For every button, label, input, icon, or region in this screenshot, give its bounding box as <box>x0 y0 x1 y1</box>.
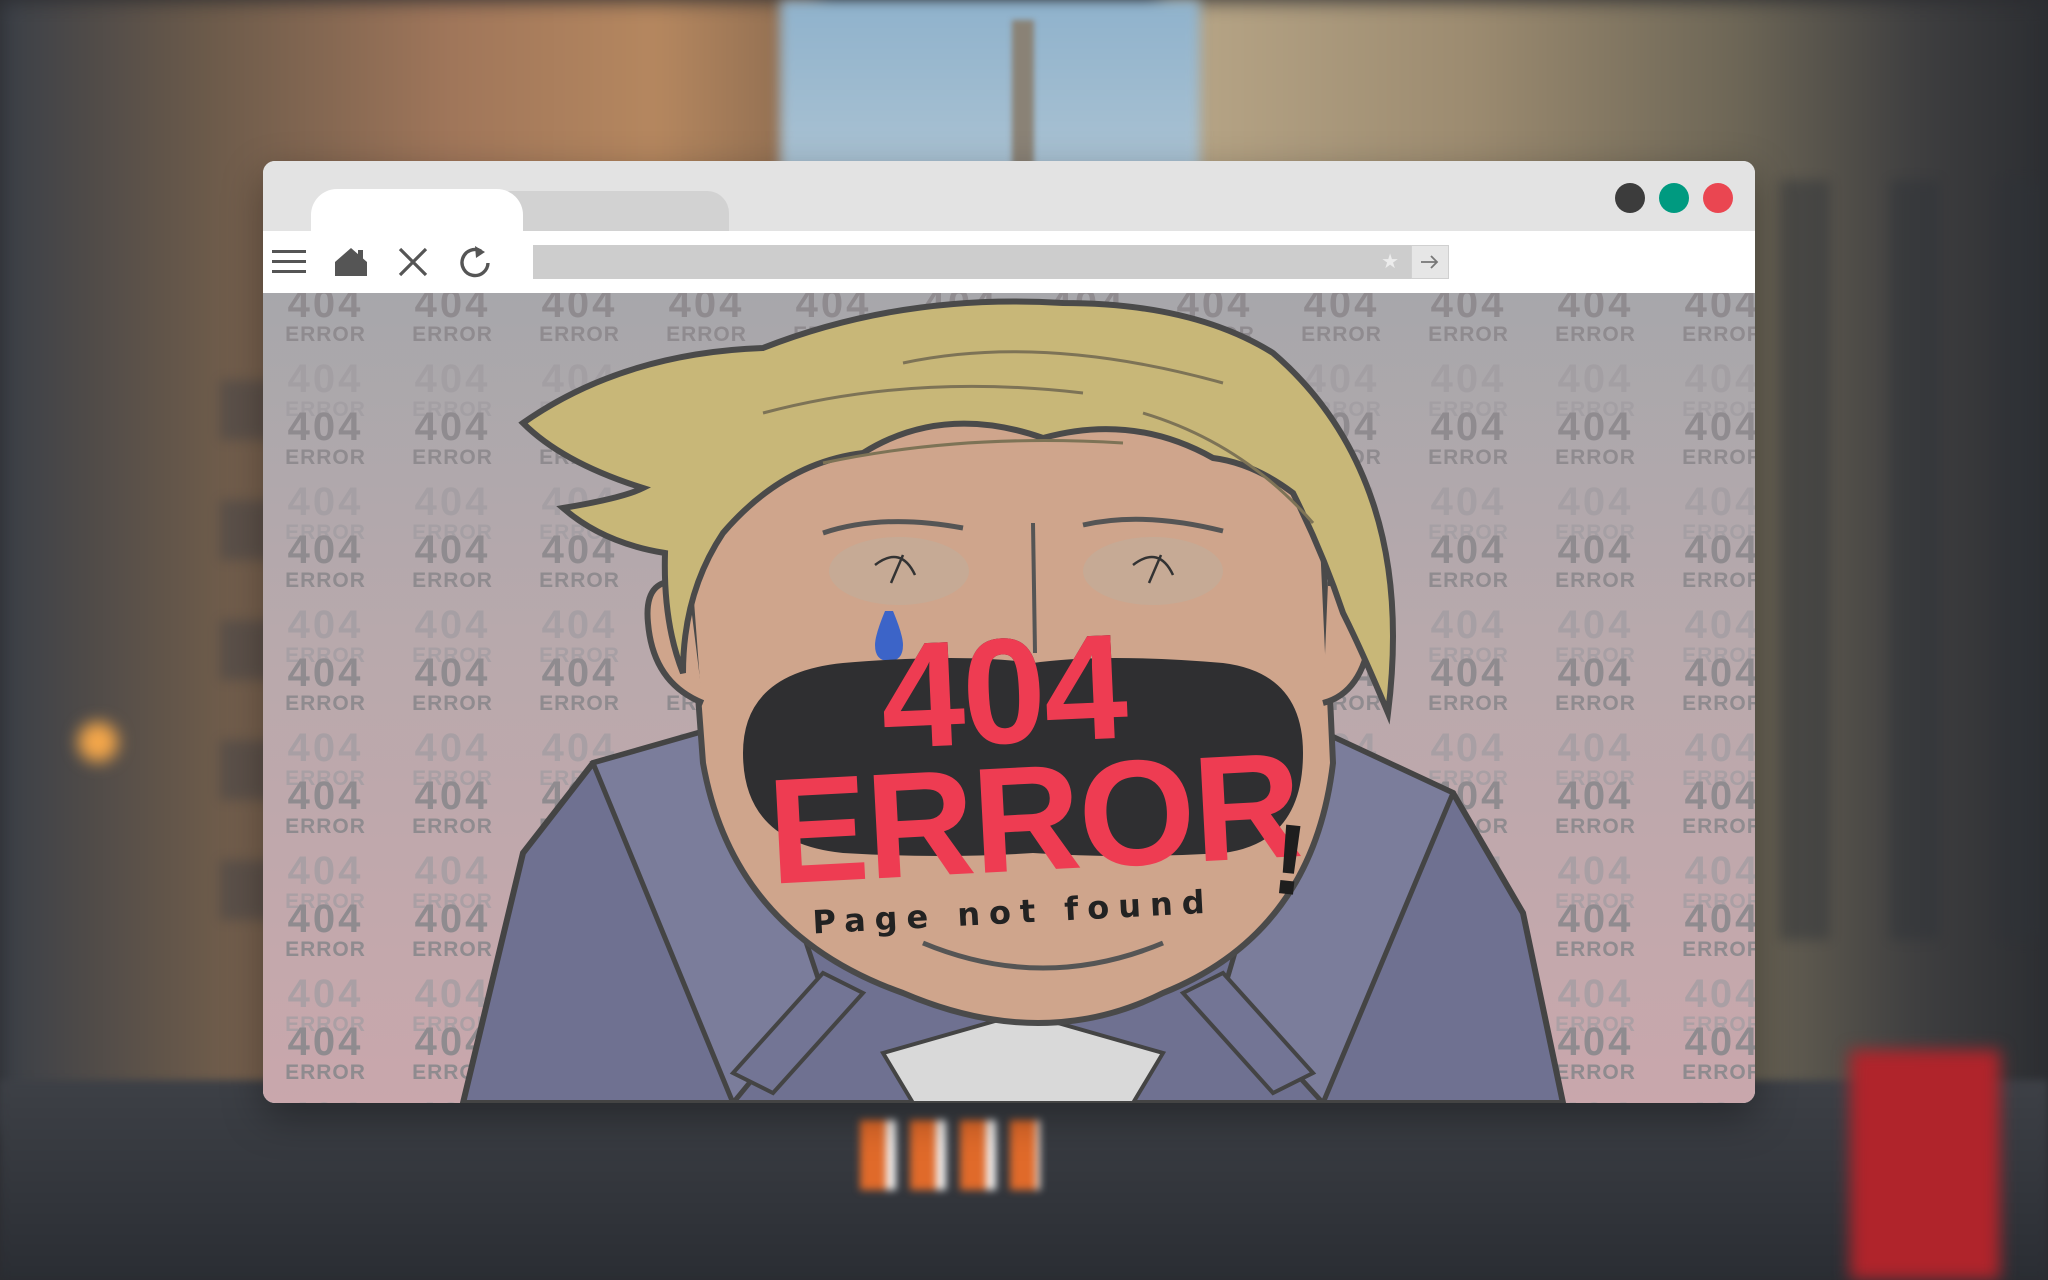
building-windows-right <box>1780 180 2040 940</box>
arrow-right-icon <box>1421 255 1439 269</box>
inactive-tab[interactable] <box>489 191 729 231</box>
menu-icon[interactable] <box>271 244 307 280</box>
toolbar: ★ <box>263 231 1755 293</box>
window-controls <box>1615 183 1733 213</box>
home-icon[interactable] <box>333 244 369 280</box>
star-icon[interactable]: ★ <box>1381 251 1399 273</box>
window-button-dark[interactable] <box>1615 183 1645 213</box>
address-bar[interactable]: ★ <box>533 245 1411 279</box>
traffic-cones <box>860 1120 1040 1190</box>
street-lamp <box>78 722 118 762</box>
browser-window: ★ 404ERROR404ERROR404ERROR404ERROR404ERR… <box>263 161 1755 1103</box>
active-tab[interactable] <box>311 189 523 233</box>
cartoon-illustration <box>459 298 1567 1103</box>
close-icon[interactable] <box>395 244 431 280</box>
mailbox <box>1850 1050 2000 1280</box>
title-bar <box>263 161 1755 233</box>
window-button-red[interactable] <box>1703 183 1733 213</box>
page-viewport: 404ERROR404ERROR404ERROR404ERROR404ERROR… <box>263 293 1755 1103</box>
spire <box>1012 20 1034 170</box>
go-button[interactable] <box>1411 245 1449 279</box>
reload-icon[interactable] <box>457 244 493 280</box>
window-button-teal[interactable] <box>1659 183 1689 213</box>
